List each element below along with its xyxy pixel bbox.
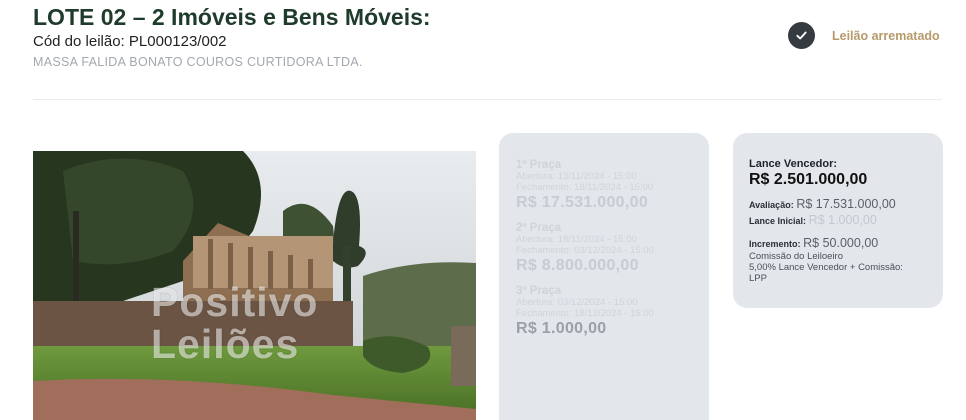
- praca-closing: Fechamento: 03/12/2024 - 15:00: [516, 245, 654, 256]
- auction-code-label: Cód do leilão:: [33, 33, 125, 50]
- watermark-line2: Leilões: [151, 321, 300, 367]
- praca-opening: Abertura: 13/11/2024 - 15:00: [516, 171, 637, 182]
- increment-label: Incremento:: [749, 239, 801, 249]
- header-divider: [33, 99, 942, 100]
- commission-info: Comissão do Leiloeiro 5,00% Lance Venced…: [749, 251, 931, 284]
- status-label: Leilão arrematado: [832, 28, 940, 43]
- watermark-line1: Positivo: [151, 279, 319, 325]
- praca-3: 3º Praça Abertura: 03/12/2024 - 15:00 Fe…: [516, 285, 654, 338]
- pracas-card: 1º Praça Abertura: 13/11/2024 - 15:00 Fe…: [499, 133, 709, 420]
- initial-bid-label: Lance Inicial:: [749, 216, 807, 226]
- praca-value: R$ 1.000,00: [516, 320, 607, 337]
- check-icon: [788, 22, 815, 49]
- praca-label: 2º Praça: [516, 222, 562, 234]
- commission-line1: Comissão do Leiloeiro: [749, 251, 843, 262]
- praca-label: 1º Praça: [516, 159, 562, 171]
- company-name: MASSA FALIDA BONATO COUROS CURTIDORA LTD…: [33, 55, 363, 69]
- praca-value: R$ 17.531.000,00: [516, 194, 649, 211]
- winner-bid: Lance Vencedor: R$ 2.501.000,00: [749, 158, 931, 189]
- increment-row: Incremento: R$ 50.000,00: [749, 236, 931, 250]
- praca-label: 3º Praça: [516, 285, 562, 297]
- praca-1: 1º Praça Abertura: 13/11/2024 - 15:00 Fe…: [516, 159, 653, 212]
- bid-card: Lance Vencedor: R$ 2.501.000,00 Avaliaçã…: [733, 133, 943, 308]
- winner-bid-label: Lance Vencedor:: [749, 158, 838, 170]
- lot-photo[interactable]: Positivo Leilões: [33, 151, 476, 420]
- appraisal-value: R$ 17.531.000,00: [796, 197, 896, 211]
- increment-value: R$ 50.000,00: [803, 236, 879, 250]
- commission-line2: 5,00% Lance Vencedor + Comissão:: [749, 262, 903, 273]
- praca-2: 2º Praça Abertura: 18/11/2024 - 15:00 Fe…: [516, 222, 654, 275]
- appraisal-label: Avaliação:: [749, 200, 794, 210]
- praca-opening: Abertura: 03/12/2024 - 15:00: [516, 297, 638, 308]
- auction-code: Cód do leilão: PL000123/002: [33, 33, 227, 50]
- praca-closing: Fechamento: 18/12/2024 - 15:00: [516, 308, 654, 319]
- praca-value: R$ 8.800.000,00: [516, 257, 639, 274]
- winner-bid-value: R$ 2.501.000,00: [749, 171, 868, 188]
- praca-closing: Fechamento: 18/11/2024 - 15:00: [516, 182, 654, 193]
- lot-title: LOTE 02 – 2 Imóveis e Bens Móveis:: [33, 4, 431, 30]
- commission-line3: LPP: [749, 273, 767, 284]
- appraisal-row: Avaliação: R$ 17.531.000,00: [749, 197, 931, 211]
- initial-bid-value: R$ 1.000,00: [808, 213, 877, 227]
- praca-opening: Abertura: 18/11/2024 - 15:00: [516, 234, 637, 245]
- initial-bid-row: Lance Inicial: R$ 1.000,00: [749, 213, 931, 227]
- auction-code-value: PL000123/002: [128, 33, 227, 50]
- status-badge: Leilão arrematado: [788, 22, 940, 49]
